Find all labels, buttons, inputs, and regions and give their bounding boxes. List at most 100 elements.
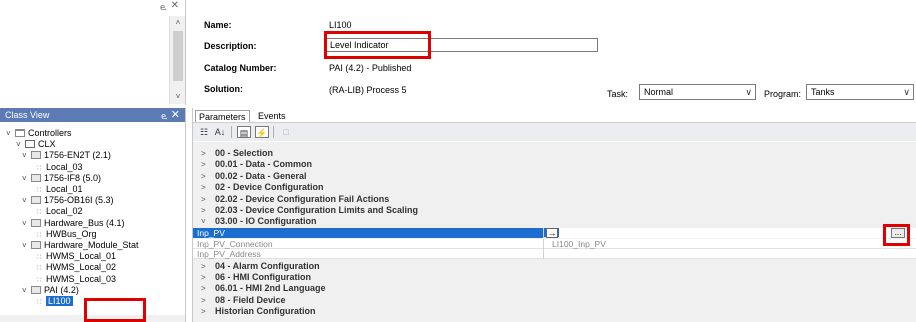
tree-item-label: Local_01	[46, 184, 83, 194]
module-icon	[31, 285, 41, 294]
parameter-value-field[interactable]	[559, 228, 891, 239]
tab-parameters[interactable]: Parameters	[195, 110, 250, 122]
grid-category-label: 02.03 - Device Configuration Limits and …	[215, 205, 419, 215]
tree-item[interactable]: ˅ Controllers	[6, 128, 72, 139]
categorized-view-icon[interactable]: ☷	[197, 126, 211, 138]
chevron-right-icon[interactable]: >	[201, 283, 206, 294]
scroll-thumb[interactable]	[173, 31, 183, 81]
program-select[interactable]: Tanks ∨	[806, 84, 914, 100]
tree-item-label: HWBus_Org	[46, 228, 97, 239]
tree-item[interactable]: ˅ 1756-IF8 (5.0)	[22, 173, 101, 184]
chevron-right-icon[interactable]: >	[201, 171, 206, 182]
grid-category-row[interactable]: > Historian Configuration	[193, 306, 916, 317]
chevron-right-icon[interactable]: >	[201, 261, 206, 272]
chevron-right-icon[interactable]: >	[201, 159, 206, 170]
grid-category-label: 03.00 - IO Configuration	[215, 216, 317, 227]
grid-category-row[interactable]: ˅ 03.00 - IO Configuration	[193, 216, 916, 227]
chevron-down-icon[interactable]: ˅	[22, 195, 31, 206]
name-label: Name:	[204, 20, 232, 30]
tree-item-label: Controllers	[28, 128, 72, 138]
disabled-toolbar-icon[interactable]: □	[279, 126, 293, 138]
chevron-down-icon[interactable]: ˅	[22, 285, 31, 296]
chevron-down-icon: ∨	[903, 87, 910, 97]
parameter-name: Inp_PV	[193, 228, 544, 239]
tree-selection-highlight	[84, 298, 146, 322]
description-label: Description:	[204, 41, 257, 51]
tree-item-label: Local_03	[46, 161, 83, 172]
scroll-up-icon[interactable]: ˄	[170, 18, 186, 27]
toolbar-separator	[231, 126, 232, 138]
task-select[interactable]: Normal ∨	[639, 84, 756, 100]
task-value: Normal	[644, 87, 674, 97]
tree-item[interactable]: ∷ Local_02	[28, 206, 83, 217]
close-icon[interactable]: ✕	[171, 108, 180, 121]
module-icon	[31, 151, 41, 160]
grid-category-row[interactable]: >04 - Alarm Configuration	[193, 261, 916, 272]
chevron-down-icon[interactable]: ˅	[6, 128, 15, 139]
tree-item[interactable]: ∷ Local_03	[28, 162, 83, 173]
chevron-down-icon[interactable]: ˅	[22, 240, 31, 251]
parameter-row[interactable]: Inp_PV →...	[193, 228, 916, 239]
property-pages-icon[interactable]: ▤	[237, 126, 251, 138]
sort-alphabetical-icon[interactable]: A↓	[213, 126, 227, 138]
grid-category-row[interactable]: >00.01 - Data - Common	[193, 159, 916, 170]
tree-item[interactable]: ˅ 1756-EN2T (2.1)	[22, 150, 111, 161]
grid-category-row[interactable]: >06 - HMI Configuration	[193, 272, 916, 283]
tab-events[interactable]: Events	[255, 110, 289, 122]
grid-category-row[interactable]: >06.01 - HMI 2nd Language	[193, 283, 916, 294]
parameter-row[interactable]: Inp_PV_Address	[193, 249, 916, 260]
grid-category-row[interactable]: >02 - Device Configuration	[193, 182, 916, 193]
top-left-pane: ⱸ ✕ ˄ ˅	[0, 0, 186, 105]
tree-item[interactable]: ˅ Hardware_Bus (4.1)	[22, 218, 125, 229]
chevron-right-icon[interactable]: >	[201, 306, 206, 317]
tree-item[interactable]: ∷ HWMS_Local_01	[28, 251, 116, 262]
tree-item[interactable]: ∷ LI100	[28, 296, 73, 307]
chevron-right-icon[interactable]: >	[201, 272, 206, 283]
grid-category-label: 08 - Field Device	[215, 294, 286, 305]
tree-item[interactable]: ∷ HWMS_Local_02	[28, 262, 116, 273]
tree-item[interactable]: ˅ CLX	[16, 139, 56, 150]
grid-category-row[interactable]: >02.02 - Device Configuration Fail Actio…	[193, 194, 916, 205]
class-view-caption: Class View ⱸ ✕	[0, 108, 185, 122]
solution-label: Solution:	[204, 84, 243, 94]
grid-category-label: 02.02 - Device Configuration Fail Action…	[215, 193, 390, 204]
scroll-down-icon[interactable]: ˅	[170, 92, 186, 101]
grid-category-label: Historian Configuration	[215, 306, 316, 317]
grid-category-label: 06 - HMI Configuration	[215, 271, 311, 282]
tree-item[interactable]: ∷ Local_01	[28, 184, 83, 195]
chevron-down-icon[interactable]: ˅	[201, 216, 206, 227]
parameter-name: Inp_PV_Address	[193, 249, 544, 260]
chevron-right-icon[interactable]: >	[201, 148, 206, 159]
events-icon[interactable]: ⚡	[255, 126, 269, 138]
arrow-right-icon[interactable]: →	[546, 228, 558, 239]
parameter-value[interactable]: LI100_Inp_PV	[552, 239, 606, 249]
tree-item[interactable]: ˅ PAI (4.2)	[22, 285, 79, 296]
chevron-down-icon[interactable]: ˅	[22, 218, 31, 229]
chevron-right-icon[interactable]: >	[201, 205, 206, 216]
tree-item[interactable]: ˅ 1756-OB16I (5.3)	[22, 195, 114, 206]
parameters-grid: >00 - Selection >00.01 - Data - Common >00…	[193, 142, 916, 322]
chevron-down-icon[interactable]: ˅	[16, 139, 25, 150]
chevron-down-icon: ∨	[745, 87, 752, 97]
grid-category-row[interactable]: >00.02 - Data - General	[193, 171, 916, 182]
tree-item[interactable]: ∷ HWMS_Local_03	[28, 274, 116, 285]
parameter-row[interactable]: Inp_PV_Connection LI100_Inp_PV	[193, 238, 916, 249]
chevron-right-icon[interactable]: >	[201, 295, 206, 306]
catalog-number-label: Catalog Number:	[204, 63, 277, 73]
tree-item[interactable]: ˅ Hardware_Module_Stat	[22, 240, 139, 251]
pane-pin-button[interactable]: ⱸ	[160, 0, 166, 13]
grid-category-row[interactable]: >00 - Selection	[193, 148, 916, 159]
tree-item-label: 1756-EN2T (2.1)	[44, 150, 111, 161]
chevron-down-icon[interactable]: ˅	[22, 150, 31, 161]
chevron-right-icon[interactable]: >	[201, 194, 206, 205]
grid-category-row[interactable]: >08 - Field Device	[193, 295, 916, 306]
tree-item[interactable]: ∷ HWBus_Org	[28, 229, 97, 240]
chevron-down-icon[interactable]: ˅	[22, 173, 31, 184]
grid-category-row[interactable]: >02.03 - Device Configuration Limits and…	[193, 205, 916, 216]
tree-item-label: LI100	[46, 296, 73, 306]
pane-close-button[interactable]: ✕	[171, 0, 179, 11]
controller-icon	[25, 140, 35, 149]
chevron-right-icon[interactable]: >	[201, 182, 206, 193]
pin-icon[interactable]: ⱸ	[161, 109, 167, 122]
vertical-scrollbar[interactable]: ˄ ˅	[169, 16, 185, 104]
